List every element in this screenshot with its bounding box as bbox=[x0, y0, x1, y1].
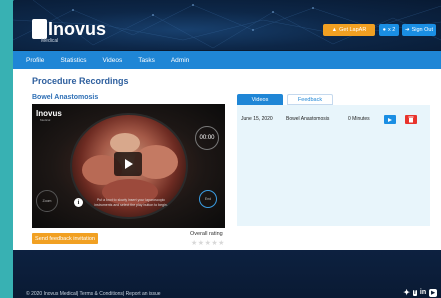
header: Inovus Medical ▲ Get LapAR ● x 2 ➜ Sign … bbox=[13, 0, 441, 50]
tissue-shape bbox=[110, 133, 140, 153]
video-timer: 00:00 bbox=[195, 126, 219, 150]
recording-tabs: Videos Feedback bbox=[237, 94, 333, 105]
sign-out-button[interactable]: ➜ Sign Out bbox=[402, 24, 436, 36]
rating-stars[interactable]: ★★★★★ bbox=[191, 239, 225, 247]
linkedin-icon[interactable]: in bbox=[420, 289, 426, 296]
video-logo-sub: Medical bbox=[40, 118, 51, 122]
person-icon: ● bbox=[382, 27, 386, 33]
user-icon: ▲ bbox=[331, 27, 338, 33]
star-icon[interactable]: ★ bbox=[218, 240, 225, 247]
overall-rating-label: Overall rating bbox=[190, 231, 223, 237]
star-icon[interactable]: ★ bbox=[191, 240, 198, 247]
twitter-icon[interactable]: ✦ bbox=[403, 288, 410, 297]
nav-item-admin[interactable]: Admin bbox=[171, 57, 189, 64]
users-count-label: x 2 bbox=[387, 27, 396, 33]
logo-mark bbox=[32, 19, 47, 39]
social-links: ✦ f in ▶ bbox=[403, 288, 437, 297]
page-title: Procedure Recordings bbox=[32, 76, 129, 86]
get-lapar-button[interactable]: ▲ Get LapAR bbox=[323, 24, 375, 36]
main-content: Procedure Recordings Bowel Anastomosis I… bbox=[13, 69, 441, 250]
youtube-icon[interactable]: ▶ bbox=[429, 288, 437, 297]
logo-text: Inovus bbox=[48, 19, 107, 39]
recording-duration: 0 Minutes bbox=[348, 116, 370, 122]
recording-date: June 15, 2020 bbox=[241, 116, 273, 122]
video-logo: Inovus bbox=[36, 109, 62, 118]
footer: © 2020 Inovus Medical| Terms & Condition… bbox=[13, 250, 441, 298]
inovus-logo[interactable]: Inovus bbox=[32, 17, 106, 39]
table-row: June 15, 2020 Bowel Anastomosis 0 Minute… bbox=[237, 113, 430, 125]
nav-item-videos[interactable]: Videos bbox=[102, 57, 122, 64]
end-control[interactable]: End bbox=[199, 190, 217, 208]
sign-out-label: Sign Out bbox=[411, 27, 433, 33]
tab-videos[interactable]: Videos bbox=[237, 94, 283, 105]
play-recording-button[interactable] bbox=[384, 115, 396, 124]
delete-recording-button[interactable] bbox=[405, 115, 417, 124]
nav-item-statistics[interactable]: Statistics bbox=[60, 57, 86, 64]
footer-links[interactable]: © 2020 Inovus Medical| Terms & Condition… bbox=[26, 291, 161, 297]
app-frame: Inovus Medical ▲ Get LapAR ● x 2 ➜ Sign … bbox=[13, 0, 441, 298]
star-icon[interactable]: ★ bbox=[198, 240, 205, 247]
sign-out-icon: ➜ bbox=[404, 27, 410, 33]
facebook-icon[interactable]: f bbox=[412, 289, 417, 296]
tab-feedback[interactable]: Feedback bbox=[287, 94, 333, 105]
video-player[interactable]: Inovus Medical 00:00 Zoom End i Put a kn… bbox=[32, 104, 225, 228]
logo-subtext: Medical bbox=[41, 38, 59, 44]
recordings-panel: June 15, 2020 Bowel Anastomosis 0 Minute… bbox=[237, 105, 430, 226]
nav-item-profile[interactable]: Profile bbox=[26, 57, 44, 64]
main-nav: Profile Statistics Videos Tasks Admin bbox=[13, 51, 441, 69]
play-icon bbox=[125, 159, 133, 169]
video-caption: Put a knot to slowly insert your laparos… bbox=[94, 198, 168, 207]
video-play-button[interactable] bbox=[114, 152, 142, 176]
recording-name: Bowel Anastomosis bbox=[286, 116, 330, 122]
users-count-button[interactable]: ● x 2 bbox=[379, 24, 399, 36]
nav-item-tasks[interactable]: Tasks bbox=[138, 57, 155, 64]
play-icon bbox=[388, 117, 392, 122]
send-feedback-invitation-button[interactable]: Send feedback invitation bbox=[32, 233, 98, 244]
zoom-control[interactable]: Zoom bbox=[36, 190, 58, 212]
get-lapar-label: Get LapAR bbox=[339, 27, 367, 33]
recording-title: Bowel Anastomosis bbox=[32, 94, 99, 101]
trash-icon bbox=[408, 116, 414, 123]
info-icon[interactable]: i bbox=[74, 198, 83, 207]
